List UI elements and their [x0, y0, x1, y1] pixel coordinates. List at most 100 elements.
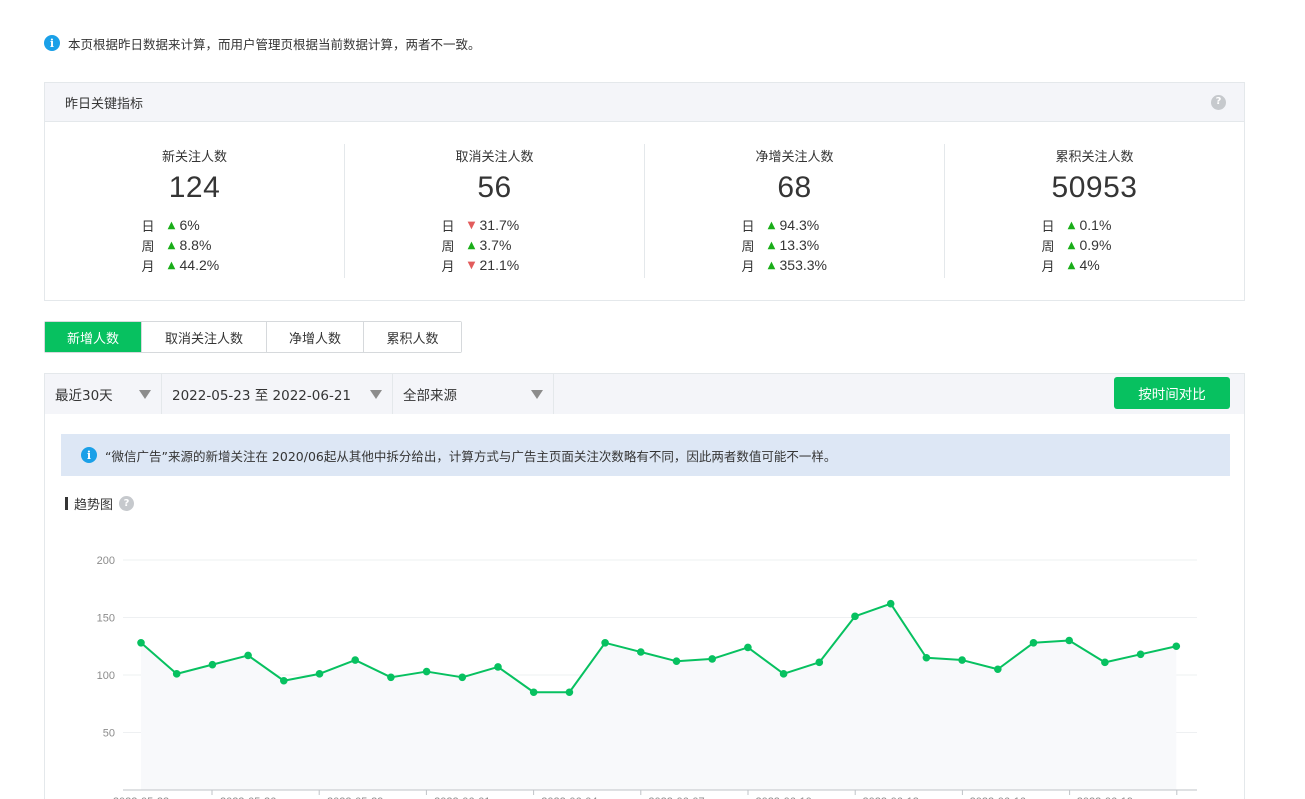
data-point	[815, 658, 824, 667]
tab-unfollow[interactable]: 取消关注人数	[142, 322, 267, 352]
data-point	[494, 663, 502, 671]
trend-chart: 200150100502022-05-232022-05-262022-05-2…	[97, 555, 1197, 799]
arrow-up-icon: ▲	[167, 239, 176, 251]
filter-bar: 最近30天 2022-05-23 至 2022-06-21 全部来源 按时间对比	[44, 373, 1245, 414]
y-tick-label: 200	[97, 555, 115, 567]
kpi-value: 68	[777, 171, 812, 204]
chevron-down-icon	[139, 389, 151, 399]
kpi-title: 昨日关键指标	[65, 96, 144, 112]
period-label: 月	[741, 259, 755, 275]
data-point	[958, 656, 966, 664]
data-point	[244, 651, 252, 660]
data-point	[1101, 658, 1109, 667]
change-percent: 21.1%	[479, 257, 520, 273]
kpi-change-row: 日 ▲ 0.1%	[1040, 215, 1150, 235]
source-select[interactable]: 全部来源	[393, 374, 554, 414]
tab-cumulative[interactable]: 累积人数	[364, 322, 461, 352]
data-point	[137, 639, 145, 647]
kpi-change-row: 周 ▲ 8.8%	[140, 235, 250, 255]
data-point	[708, 655, 716, 663]
kpi-value: 124	[168, 171, 221, 204]
arrow-up-icon: ▲	[767, 239, 776, 251]
top-notice: i 本页根据昨日数据来计算，而用户管理页根据当前数据计算，两者不一致。	[44, 34, 481, 52]
kpi-change-row: 日 ▲ 94.3%	[740, 215, 850, 235]
chevron-down-icon	[531, 389, 543, 399]
kpi-change-row: 周 ▲ 0.9%	[1040, 235, 1150, 255]
data-point	[351, 656, 360, 664]
date-range-picker[interactable]: 2022-05-23 至 2022-06-21	[162, 374, 393, 414]
change-percent: 6%	[179, 217, 200, 233]
kpi-change-row: 日 ▲ 6%	[140, 215, 250, 235]
period-label: 月	[1041, 259, 1055, 275]
kpi-change-row: 周 ▲ 13.3%	[740, 235, 850, 255]
data-point	[994, 665, 1002, 674]
compare-by-time-button[interactable]: 按时间对比	[1114, 377, 1230, 409]
kpi-label: 新关注人数	[161, 150, 227, 165]
data-point	[315, 670, 324, 678]
change-percent: 353.3%	[779, 257, 827, 273]
period-label: 周	[141, 239, 155, 255]
change-percent: 8.8%	[179, 237, 212, 253]
metric-tabs: 新增人数 取消关注人数 净增人数 累积人数	[44, 321, 462, 353]
tab-new-users[interactable]: 新增人数	[45, 322, 142, 352]
data-point	[886, 599, 895, 608]
kpi-label: 取消关注人数	[455, 150, 534, 165]
period-label: 月	[441, 259, 455, 275]
data-point	[208, 660, 217, 669]
period-label: 日	[741, 219, 755, 235]
change-percent: 44.2%	[179, 257, 220, 273]
arrow-up-icon: ▲	[767, 259, 776, 271]
period-label: 日	[441, 219, 455, 235]
data-point	[779, 670, 788, 678]
data-point	[529, 688, 538, 697]
data-point	[280, 676, 288, 685]
series-area	[141, 603, 1177, 790]
arrow-up-icon: ▲	[167, 219, 176, 231]
change-percent: 4%	[1079, 257, 1100, 273]
arrow-up-icon: ▲	[767, 219, 776, 231]
range-select[interactable]: 最近30天	[45, 374, 162, 414]
kpi-change-row: 日 ▼ 31.7%	[440, 215, 550, 235]
data-point	[922, 653, 931, 662]
period-label: 日	[1041, 219, 1055, 235]
chart-area: i “微信广告”来源的新增关注在 2020/06起从其他中拆分给出，计算方式与广…	[44, 414, 1245, 799]
data-point	[565, 688, 574, 697]
data-point	[172, 670, 181, 678]
change-percent: 13.3%	[779, 237, 820, 253]
chevron-down-icon	[370, 389, 382, 399]
arrow-up-icon: ▲	[1067, 219, 1076, 231]
kpi-label: 累积关注人数	[1055, 150, 1134, 165]
kpi-panel: 昨日关键指标 ? 新关注人数 124 日 ▲ 6% 周 ▲ 8.8% 月 ▲ 44.2% 取消关…	[44, 82, 1245, 301]
kpi-value: 56	[477, 171, 512, 204]
change-percent: 3.7%	[479, 237, 512, 253]
kpi-header: 昨日关键指标 ?	[45, 83, 1244, 122]
change-percent: 31.7%	[479, 217, 520, 233]
arrow-up-icon: ▲	[467, 239, 476, 251]
kpi-card-net-follow: 净增关注人数 68 日 ▲ 94.3% 周 ▲ 13.3% 月 ▲ 353.3%	[645, 144, 945, 278]
change-percent: 94.3%	[779, 217, 820, 233]
data-point	[1172, 642, 1181, 651]
kpi-change-row: 月 ▲ 44.2%	[140, 255, 250, 275]
arrow-down-icon: ▼	[467, 259, 476, 271]
change-percent: 0.1%	[1079, 217, 1112, 233]
kpi-change-row: 月 ▼ 21.1%	[440, 255, 550, 275]
kpi-change-row: 月 ▲ 4%	[1040, 255, 1150, 275]
period-label: 周	[441, 239, 455, 255]
kpi-change-row: 周 ▲ 3.7%	[440, 235, 550, 255]
y-tick-label: 50	[103, 728, 115, 740]
period-label: 日	[141, 219, 155, 235]
data-point	[1065, 636, 1073, 645]
tab-net-growth[interactable]: 净增人数	[267, 322, 364, 352]
kpi-change-row: 月 ▲ 353.3%	[740, 255, 850, 275]
period-label: 周	[1041, 239, 1055, 255]
y-tick-label: 100	[97, 670, 115, 682]
data-point	[1136, 650, 1145, 659]
kpi-card-unfollow: 取消关注人数 56 日 ▼ 31.7% 周 ▲ 3.7% 月 ▼ 21.1%	[345, 144, 645, 278]
data-point	[601, 639, 609, 647]
data-point	[851, 612, 859, 621]
data-point	[387, 673, 395, 682]
arrow-down-icon: ▼	[467, 219, 476, 231]
change-percent: 0.9%	[1079, 237, 1112, 253]
help-icon[interactable]: ?	[1211, 94, 1226, 110]
period-label: 月	[141, 259, 155, 275]
